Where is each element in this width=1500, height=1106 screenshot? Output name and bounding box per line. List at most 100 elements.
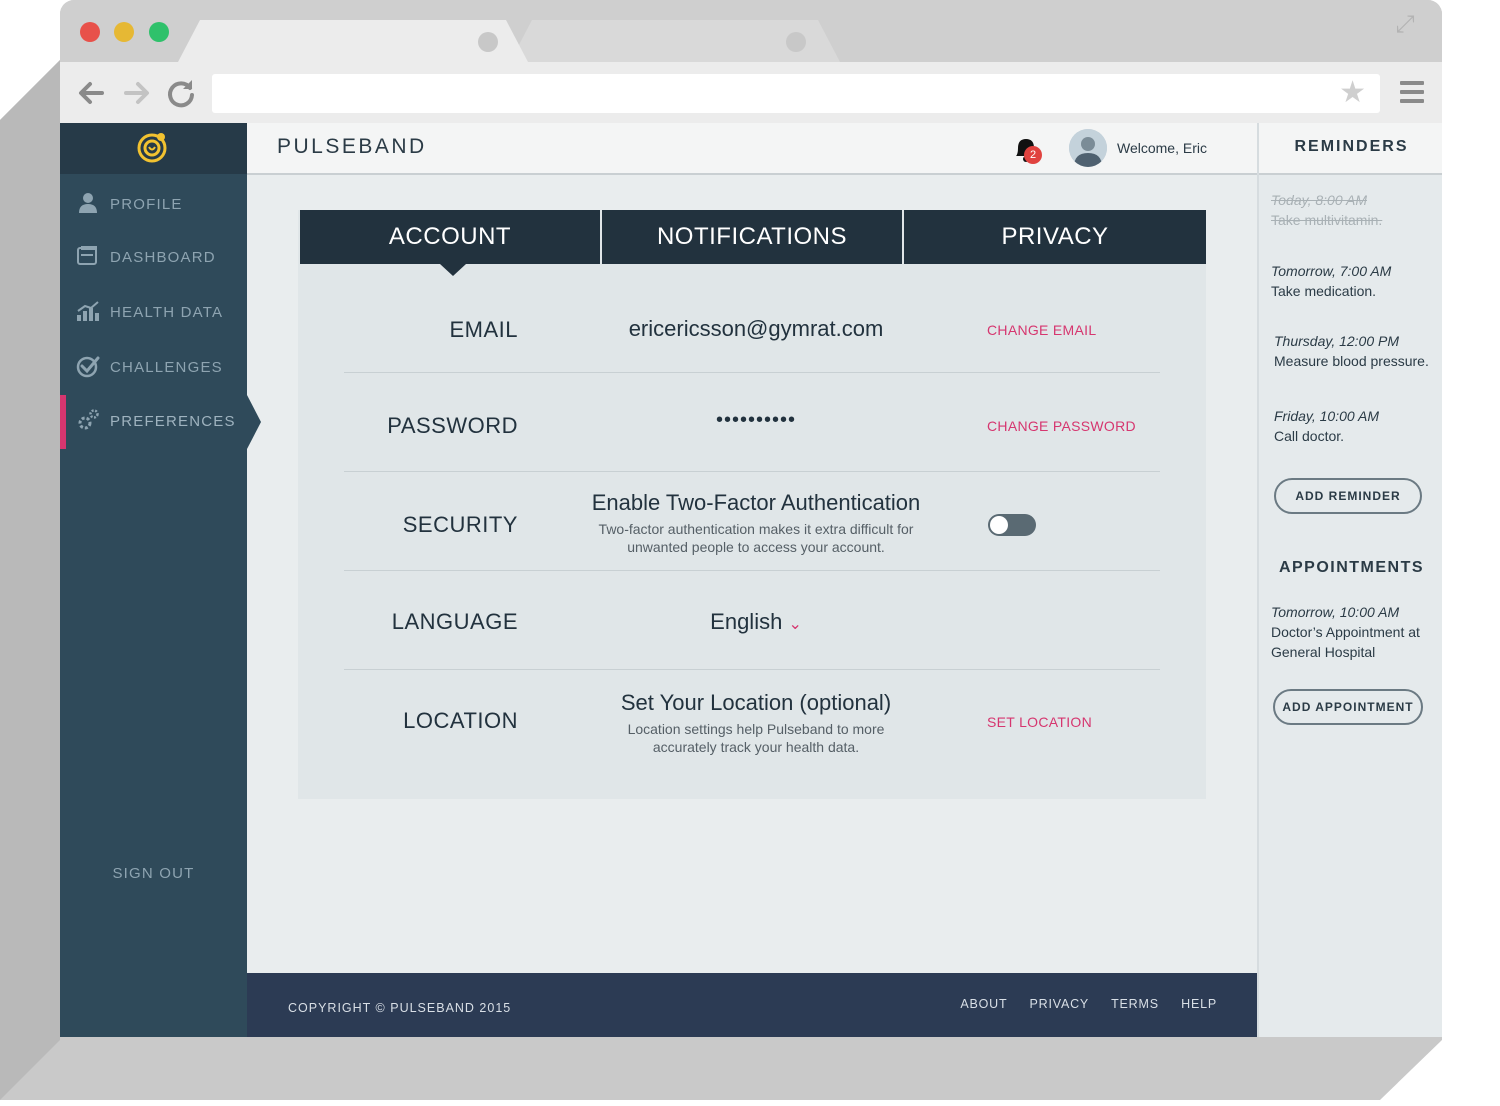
location-row: LOCATION Set Your Location (optional) Lo… xyxy=(344,670,1160,769)
avatar[interactable] xyxy=(1069,129,1107,167)
add-reminder-button[interactable]: ADD REMINDER xyxy=(1274,478,1422,514)
appointment-text-line2: General Hospital xyxy=(1271,644,1376,660)
browser-tab-inactive[interactable] xyxy=(510,20,840,62)
copyright-text: COPYRIGHT © PULSEBAND 2015 xyxy=(288,1001,512,1015)
footer-links: ABOUT PRIVACY TERMS HELP xyxy=(942,997,1217,1011)
appointments-title: APPOINTMENTS xyxy=(1278,559,1425,576)
sidebar-item-label: DASHBOARD xyxy=(110,249,216,266)
reminder-item[interactable]: Tomorrow, 7:00 AM Take medication. xyxy=(1271,261,1441,301)
user-icon xyxy=(79,193,97,213)
change-email-link[interactable]: CHANGE EMAIL xyxy=(987,322,1096,338)
tab-close-icon[interactable] xyxy=(786,32,806,52)
browser-menu-icon[interactable] xyxy=(1400,81,1424,103)
location-label: LOCATION xyxy=(403,708,518,733)
dashboard-icon xyxy=(77,246,97,265)
security-label: SECURITY xyxy=(402,512,518,537)
reminder-time: Today, 8:00 AM xyxy=(1271,192,1367,208)
password-label: PASSWORD xyxy=(387,413,518,438)
toggle-knob xyxy=(990,516,1008,534)
location-content: Set Your Location (optional) Location se… xyxy=(574,690,938,756)
app-root: PROFILE DASHBOARD HEALTH DATA CHALLENGES… xyxy=(60,123,1442,1037)
notification-badge: 2 xyxy=(1024,146,1042,164)
sidebar-item-dashboard[interactable]: DASHBOARD xyxy=(60,232,247,282)
active-arrow-indicator xyxy=(247,395,261,449)
location-desc-line2: accurately track your health data. xyxy=(652,739,860,755)
change-password-link[interactable]: CHANGE PASSWORD xyxy=(987,418,1136,434)
bookmark-star-icon[interactable]: ★ xyxy=(1339,78,1366,108)
reminder-item[interactable]: Today, 8:00 AM Take multivitamin. xyxy=(1271,190,1441,230)
browser-toolbar: ★ xyxy=(60,62,1442,123)
gears-icon xyxy=(78,409,99,430)
reminders-title: REMINDERS xyxy=(1259,123,1442,175)
tab-privacy[interactable]: PRIVACY xyxy=(904,210,1206,264)
forward-arrow-icon[interactable] xyxy=(120,76,154,110)
bar-chart-icon xyxy=(77,301,99,321)
app-header: PULSEBAND 2 Welcome, Eric xyxy=(247,123,1257,175)
sidebar-item-challenges[interactable]: CHALLENGES xyxy=(60,342,247,392)
email-label: EMAIL xyxy=(449,317,518,342)
sidebar-item-health-data[interactable]: HEALTH DATA xyxy=(60,287,247,337)
reminder-time: Thursday, 12:00 PM xyxy=(1274,333,1400,349)
reminder-item[interactable]: Friday, 10:00 AM Call doctor. xyxy=(1274,406,1442,446)
pulseband-logo-icon xyxy=(137,133,167,163)
minimize-window-button[interactable] xyxy=(114,22,134,42)
app-title: PULSEBAND xyxy=(277,135,427,158)
security-desc-line2: unwanted people to access your account. xyxy=(627,539,885,555)
check-circle-icon xyxy=(76,356,100,378)
chevron-down-icon: ⌄ xyxy=(788,616,802,633)
location-desc-line1: Location settings help Pulseband to more xyxy=(627,721,885,737)
security-title: Enable Two-Factor Authentication xyxy=(591,490,921,515)
reminder-item[interactable]: Thursday, 12:00 PM Measure blood pressur… xyxy=(1274,331,1442,371)
footer: COPYRIGHT © PULSEBAND 2015 ABOUT PRIVACY… xyxy=(247,973,1257,1037)
sign-out-link[interactable]: SIGN OUT xyxy=(60,865,247,882)
email-value: ericericsson@gymrat.com xyxy=(628,316,884,341)
password-row: PASSWORD •••••••••• CHANGE PASSWORD xyxy=(344,373,1160,472)
tab-notifications[interactable]: NOTIFICATIONS xyxy=(602,210,902,264)
logo-area[interactable] xyxy=(60,123,247,174)
language-label: LANGUAGE xyxy=(391,609,518,634)
sidebar-item-preferences[interactable]: PREFERENCES xyxy=(60,396,247,446)
set-location-link[interactable]: SET LOCATION xyxy=(987,714,1092,730)
reminders-panel: REMINDERS Today, 8:00 AM Take multivitam… xyxy=(1257,123,1442,1037)
sidebar-item-profile[interactable]: PROFILE xyxy=(60,179,247,229)
footer-link-privacy[interactable]: PRIVACY xyxy=(1030,997,1089,1011)
appointment-time: Tomorrow, 10:00 AM xyxy=(1271,604,1400,620)
security-row: SECURITY Enable Two-Factor Authenticatio… xyxy=(344,472,1160,571)
settings-tabs: ACCOUNT NOTIFICATIONS PRIVACY xyxy=(300,210,1206,276)
address-bar[interactable]: ★ xyxy=(212,74,1380,113)
welcome-text: Welcome, Eric xyxy=(1117,140,1207,156)
security-desc-line1: Two-factor authentication makes it extra… xyxy=(598,521,914,537)
footer-link-help[interactable]: HELP xyxy=(1181,997,1217,1011)
reload-icon[interactable] xyxy=(164,76,198,110)
language-value: English xyxy=(710,609,783,634)
reminder-text: Take multivitamin. xyxy=(1271,212,1383,228)
add-appointment-button[interactable]: ADD APPOINTMENT xyxy=(1273,689,1423,725)
language-row: LANGUAGE English ⌄ xyxy=(344,571,1160,670)
sidebar: PROFILE DASHBOARD HEALTH DATA CHALLENGES… xyxy=(60,123,247,1037)
appointment-text-line1: Doctor’s Appointment at xyxy=(1271,624,1420,640)
security-content: Enable Two-Factor Authentication Two-fac… xyxy=(574,490,938,556)
user-avatar-icon xyxy=(1069,129,1107,167)
browser-tab-active[interactable] xyxy=(178,20,528,62)
sidebar-item-label: PREFERENCES xyxy=(110,413,236,430)
tab-account[interactable]: ACCOUNT xyxy=(300,210,600,264)
password-value: •••••••••• xyxy=(715,409,797,431)
active-indicator xyxy=(60,395,66,449)
tab-close-icon[interactable] xyxy=(478,32,498,52)
back-arrow-icon[interactable] xyxy=(74,76,108,110)
reminder-text: Take medication. xyxy=(1271,283,1377,299)
reminder-text: Call doctor. xyxy=(1274,428,1345,444)
fullscreen-icon[interactable]: ⤢ xyxy=(1392,12,1418,38)
footer-link-terms[interactable]: TERMS xyxy=(1111,997,1159,1011)
appointment-item[interactable]: Tomorrow, 10:00 AM Doctor’s Appointment … xyxy=(1271,602,1441,662)
two-factor-toggle[interactable] xyxy=(988,514,1036,536)
footer-link-about[interactable]: ABOUT xyxy=(960,997,1007,1011)
reminder-time: Tomorrow, 7:00 AM xyxy=(1271,263,1392,279)
close-window-button[interactable] xyxy=(80,22,100,42)
email-row: EMAIL ericericsson@gymrat.com CHANGE EMA… xyxy=(344,274,1160,373)
maximize-window-button[interactable] xyxy=(149,22,169,42)
location-title: Set Your Location (optional) xyxy=(620,690,892,715)
browser-tabstrip: ⤢ xyxy=(60,0,1442,62)
language-select[interactable]: English ⌄ xyxy=(574,609,938,635)
browser-window: ⤢ ★ PROFILE DASHBOARD HEALTH DATA CHALLE… xyxy=(60,0,1442,1037)
